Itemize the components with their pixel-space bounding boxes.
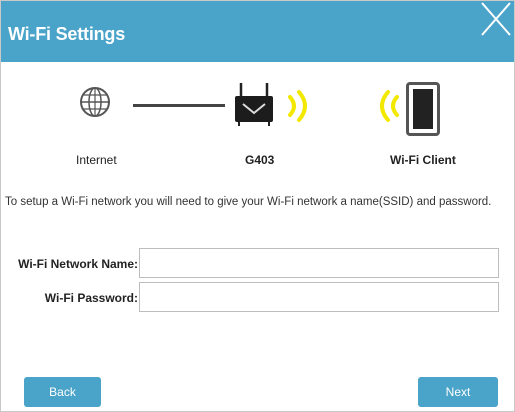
tablet-icon (406, 82, 440, 136)
internet-label: Internet (76, 153, 117, 167)
router-icon (235, 83, 273, 126)
client-label: Wi-Fi Client (390, 153, 456, 167)
close-icon[interactable] (476, 1, 515, 41)
dialog-title: Wi-Fi Settings (8, 24, 126, 44)
dialog-header: Wi-Fi Settings (1, 1, 514, 62)
password-label: Wi-Fi Password: (44, 291, 138, 305)
network-name-label: Wi-Fi Network Name: (18, 257, 138, 271)
password-input[interactable] (139, 282, 499, 312)
wifi-settings-dialog: Wi-Fi Settings Internet G403 Wi-Fi Clien… (0, 0, 515, 412)
connection-line (133, 104, 225, 107)
network-name-row: Wi-Fi Network Name: (1, 248, 514, 280)
setup-description: To setup a Wi-Fi network you will need t… (5, 196, 492, 208)
next-button[interactable]: Next (418, 377, 498, 407)
back-button[interactable]: Back (24, 377, 101, 407)
wifi-wave-icon (288, 90, 307, 122)
connection-diagram: Internet G403 Wi-Fi Client (1, 67, 514, 177)
password-row: Wi-Fi Password: (1, 282, 514, 314)
router-label: G403 (245, 153, 275, 167)
wifi-wave-icon (380, 90, 399, 122)
tablet-screen (413, 89, 433, 129)
globe-icon (80, 87, 110, 117)
network-name-input[interactable] (139, 248, 499, 278)
